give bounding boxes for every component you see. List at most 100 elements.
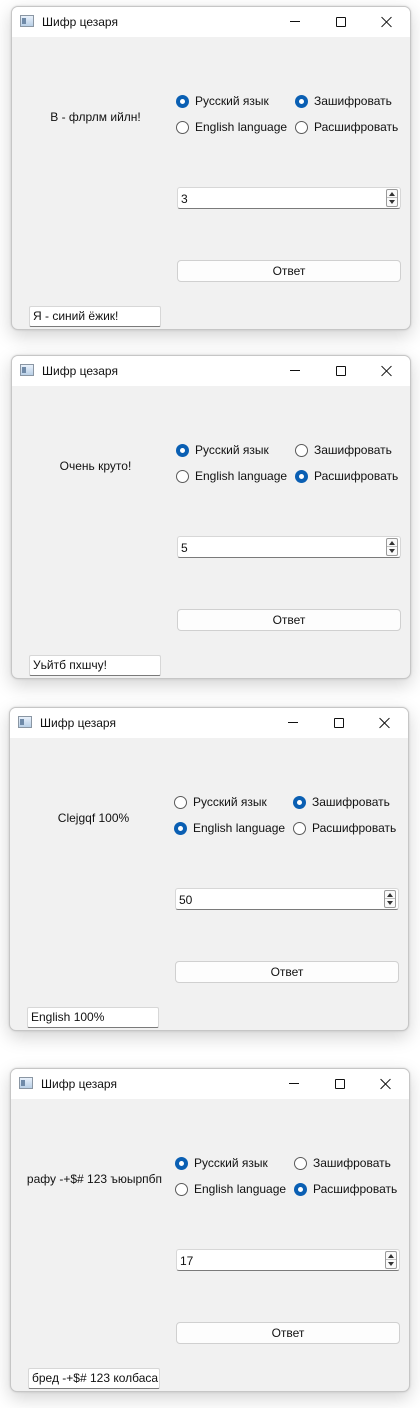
minimize-icon <box>290 370 300 371</box>
radio-english-language[interactable]: English language <box>176 118 287 136</box>
spin-down-icon[interactable] <box>385 899 395 907</box>
radio-indicator <box>293 795 306 809</box>
shift-value: 5 <box>181 541 188 555</box>
spin-down-icon[interactable] <box>387 547 397 555</box>
minimize-button[interactable] <box>272 7 318 37</box>
shift-spinbox[interactable]: 5 <box>177 536 401 558</box>
caesar-cipher-window: Шифр цезаря В - флрлм ийлн! Русский язык… <box>11 6 411 330</box>
radio-russian-language[interactable]: Русский язык <box>176 92 269 110</box>
shift-value: 3 <box>181 192 188 206</box>
text-input[interactable]: English 100% <box>27 1007 159 1028</box>
spin-arrows[interactable] <box>384 890 396 908</box>
radio-indicator <box>295 120 308 134</box>
radio-indicator <box>294 1156 307 1170</box>
radio-english-language[interactable]: English language <box>175 1180 286 1198</box>
answer-button[interactable]: Ответ <box>177 609 401 631</box>
minimize-button[interactable] <box>272 356 318 386</box>
minimize-icon <box>290 21 300 22</box>
radio-indicator <box>295 94 308 108</box>
radio-decrypt[interactable]: Расшифровать <box>293 819 396 837</box>
radio-label: Зашифровать <box>312 795 390 809</box>
answer-button[interactable]: Ответ <box>177 260 401 282</box>
radio-label: English language <box>195 469 288 483</box>
radio-russian-language[interactable]: Русский язык <box>176 441 269 459</box>
spin-up-icon[interactable] <box>387 190 397 198</box>
radio-encrypt[interactable]: Зашифровать <box>295 441 392 459</box>
maximize-button[interactable] <box>317 1069 363 1099</box>
radio-indicator <box>174 795 187 809</box>
radio-english-language[interactable]: English language <box>174 819 285 837</box>
spin-up-icon[interactable] <box>385 891 395 899</box>
close-button[interactable] <box>363 1069 409 1099</box>
maximize-icon <box>335 1079 345 1089</box>
title-bar[interactable]: Шифр цезаря <box>11 1069 409 1099</box>
window-title: Шифр цезаря <box>41 1077 117 1091</box>
answer-button[interactable]: Ответ <box>176 1322 400 1344</box>
radio-label: Русский язык <box>193 795 267 809</box>
shift-value: 17 <box>180 1254 194 1268</box>
radio-indicator <box>293 821 306 835</box>
radio-indicator <box>176 443 189 457</box>
title-bar[interactable]: Шифр цезаря <box>12 356 410 386</box>
spin-arrows[interactable] <box>385 1251 397 1269</box>
radio-encrypt[interactable]: Зашифровать <box>293 793 390 811</box>
result-label: Очень круто! <box>59 459 132 473</box>
maximize-button[interactable] <box>318 7 364 37</box>
radio-indicator <box>176 120 189 134</box>
radio-russian-language[interactable]: Русский язык <box>175 1154 268 1172</box>
minimize-button[interactable] <box>271 1069 317 1099</box>
radio-label: Зашифровать <box>314 94 392 108</box>
radio-encrypt[interactable]: Зашифровать <box>294 1154 391 1172</box>
result-label: Clejgqf 100% <box>57 811 130 825</box>
title-bar[interactable]: Шифр цезаря <box>10 708 408 738</box>
shift-spinbox[interactable]: 3 <box>177 187 401 209</box>
maximize-button[interactable] <box>318 356 364 386</box>
radio-label: English language <box>193 821 286 835</box>
shift-spinbox[interactable]: 17 <box>176 1249 400 1271</box>
result-label: В - флрлм ийлн! <box>50 110 141 124</box>
radio-indicator <box>174 821 187 835</box>
title-bar[interactable]: Шифр цезаря <box>12 7 410 37</box>
close-button[interactable] <box>364 356 410 386</box>
app-window-icon <box>20 15 34 27</box>
radio-indicator <box>294 1182 307 1196</box>
window-title: Шифр цезаря <box>42 364 118 378</box>
radio-decrypt[interactable]: Расшифровать <box>295 467 398 485</box>
radio-russian-language[interactable]: Русский язык <box>174 793 267 811</box>
radio-decrypt[interactable]: Расшифровать <box>294 1180 397 1198</box>
answer-button[interactable]: Ответ <box>175 961 399 983</box>
minimize-icon <box>289 1083 299 1084</box>
close-icon <box>381 16 393 28</box>
radio-label: Русский язык <box>195 94 269 108</box>
spin-down-icon[interactable] <box>387 198 397 206</box>
radio-label: Расшифровать <box>312 821 397 835</box>
radio-label: Зашифровать <box>313 1156 391 1170</box>
close-button[interactable] <box>364 7 410 37</box>
maximize-icon <box>336 17 346 27</box>
spin-down-icon[interactable] <box>386 1260 396 1268</box>
close-icon <box>380 1078 392 1090</box>
text-input[interactable]: Я - синий ёжик! <box>29 306 161 327</box>
spin-up-icon[interactable] <box>386 1252 396 1260</box>
radio-label: Русский язык <box>194 1156 268 1170</box>
radio-indicator <box>176 469 189 483</box>
maximize-icon <box>336 366 346 376</box>
radio-indicator <box>295 443 308 457</box>
spin-arrows[interactable] <box>386 538 398 556</box>
shift-spinbox[interactable]: 50 <box>175 888 399 910</box>
minimize-button[interactable] <box>270 708 316 738</box>
radio-label: Расшифровать <box>314 120 399 134</box>
text-input[interactable]: Уьйтб пхшчу! <box>29 655 161 676</box>
result-label: рафу -+$# 123 ъюырпбп <box>26 1172 163 1186</box>
radio-encrypt[interactable]: Зашифровать <box>295 92 392 110</box>
radio-decrypt[interactable]: Расшифровать <box>295 118 398 136</box>
close-button[interactable] <box>362 708 408 738</box>
spin-arrows[interactable] <box>386 189 398 207</box>
radio-english-language[interactable]: English language <box>176 467 287 485</box>
minimize-icon <box>288 722 298 723</box>
text-input[interactable]: бред -+$# 123 колбаса <box>28 1368 160 1389</box>
close-icon <box>379 717 391 729</box>
spin-up-icon[interactable] <box>387 539 397 547</box>
window-title: Шифр цезаря <box>40 716 116 730</box>
maximize-button[interactable] <box>316 708 362 738</box>
